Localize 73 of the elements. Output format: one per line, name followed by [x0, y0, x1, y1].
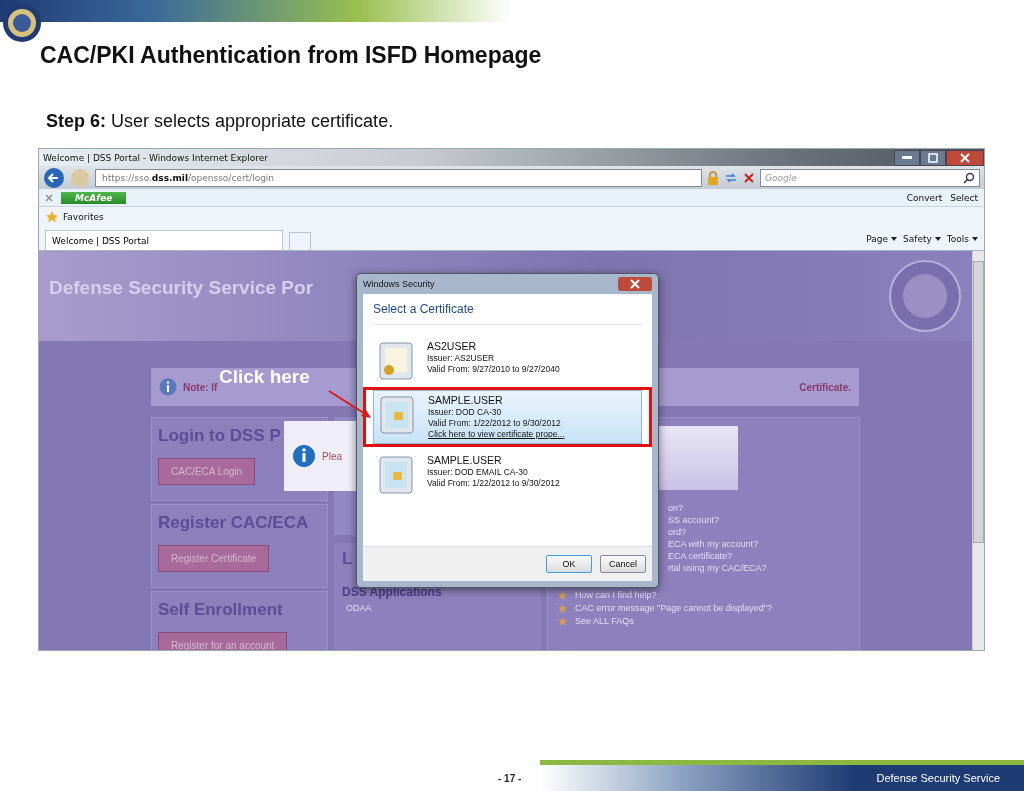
close-icon	[960, 152, 970, 163]
lock-icon	[707, 170, 719, 185]
dialog-button[interactable]: OK	[546, 555, 592, 573]
certificate-name: AS2USER	[427, 340, 478, 353]
faq-link[interactable]: See ALL FAQs	[575, 616, 634, 626]
certificate-properties-link[interactable]: Click here to view certificate prope...	[428, 429, 565, 440]
slide-title: CAC/PKI Authentication from ISFD Homepage	[40, 42, 543, 69]
select-button[interactable]: Select	[950, 192, 978, 203]
certificate-validity: Valid From: 1/22/2012 to 9/30/2012	[428, 418, 562, 429]
minimize-button[interactable]	[894, 149, 920, 166]
star-icon	[45, 210, 59, 224]
scrollbar[interactable]	[972, 251, 984, 650]
caret-icon	[972, 236, 978, 241]
browser-tab[interactable]: Welcome | DSS Portal	[45, 230, 283, 250]
star-icon	[558, 616, 567, 626]
application-link[interactable]: ODAA	[342, 603, 533, 613]
window-title: Welcome | DSS Portal - Windows Internet Explorer	[43, 152, 269, 163]
refresh-icon[interactable]	[724, 170, 738, 185]
panel-subheading: DSS Applications	[342, 585, 443, 599]
certificate-item[interactable]: AS2USER Issuer: AS2USER Valid From: 9/27/2010 to 9/27/2040	[373, 337, 642, 383]
star-icon	[558, 590, 567, 600]
portal-title: Defense Security Service Por	[49, 277, 314, 299]
certificate-icon	[379, 342, 413, 380]
command-menu[interactable]: Tools	[946, 233, 969, 244]
certificate-issuer: Issuer: AS2USER	[427, 353, 496, 364]
command-menu[interactable]: Page	[866, 233, 889, 244]
address-field[interactable]: https://sso.dss.mil/opensso/cert/login	[95, 168, 702, 187]
certificate-validity: Valid From: 9/27/2010 to 9/27/2040	[427, 364, 560, 375]
minimize-icon	[902, 155, 912, 160]
favorites-button[interactable]: Favorites	[63, 212, 104, 222]
certificate-item[interactable]: SAMPLE.USER Issuer: DOD EMAIL CA-30 Valid From: 1/22/2012 to 9/30/2012	[373, 451, 642, 497]
certificate-issuer: Issuer: DOD CA-30	[428, 407, 503, 418]
stop-icon[interactable]	[743, 171, 755, 184]
callout-label: Click here	[219, 366, 310, 388]
certificate-name: SAMPLE.USER	[427, 454, 503, 467]
close-button[interactable]	[946, 149, 984, 166]
caret-icon	[934, 236, 941, 241]
seal-icon	[888, 259, 962, 333]
note-text: Certificate.	[799, 381, 851, 393]
popup-text: Plea	[322, 450, 342, 462]
close-button[interactable]	[618, 277, 652, 291]
maximize-icon	[928, 152, 938, 163]
mcafee-button[interactable]: McAfee	[61, 191, 127, 204]
dialog-heading: Select a Certificate	[373, 302, 642, 325]
close-icon	[630, 279, 640, 289]
dialog-title: Windows Security	[363, 279, 435, 289]
note-text: Note: If	[183, 381, 218, 393]
portal-button[interactable]: Register Certificate	[158, 545, 270, 572]
info-icon	[159, 378, 177, 396]
faq-link[interactable]: How can I find help?	[575, 590, 657, 600]
faq-link[interactable]: CAC error message "Page cannot be displayed"?	[575, 603, 772, 613]
search-field[interactable]: Google	[760, 168, 980, 187]
close-icon[interactable]	[45, 193, 53, 202]
certificate-issuer: Issuer: DOD EMAIL CA-30	[427, 467, 529, 478]
footer-organization: Defense Security Service	[876, 772, 1000, 784]
star-icon	[558, 603, 567, 613]
certificate-name: SAMPLE.USER	[428, 394, 504, 407]
back-icon[interactable]	[43, 166, 65, 189]
portal-button[interactable]: CAC/ECA Login	[158, 458, 256, 485]
search-icon[interactable]	[963, 171, 975, 184]
seal-logo	[2, 3, 42, 43]
step-text: Step 6: User selects appropriate certificate.	[46, 111, 395, 132]
certificate-item[interactable]: SAMPLE.USER Issuer: DOD CA-30 Valid From: 1/22/2012 to 9/30/2012 Click here to view certificate prope...	[373, 390, 642, 444]
convert-button[interactable]: Convert	[906, 192, 943, 203]
caret-icon	[891, 236, 898, 241]
maximize-button[interactable]	[920, 149, 946, 166]
smart-card-icon	[379, 456, 413, 494]
page-number: - 17 -	[498, 773, 522, 784]
command-menu[interactable]: Safety	[903, 233, 932, 244]
smart-card-icon	[380, 396, 414, 434]
certificate-validity: Valid From: 1/22/2012 to 9/30/2012	[427, 478, 560, 489]
dialog-button[interactable]: Cancel	[600, 555, 646, 573]
info-icon	[292, 444, 316, 468]
